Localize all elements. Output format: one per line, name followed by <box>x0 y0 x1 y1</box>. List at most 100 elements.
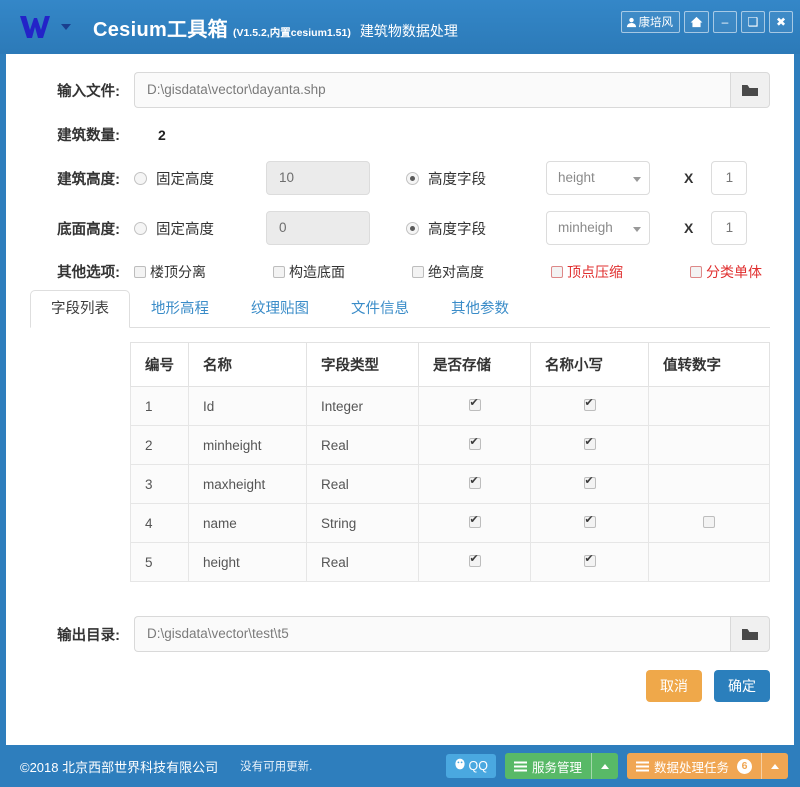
store-checkbox[interactable] <box>468 514 481 528</box>
table-row[interactable]: 2 minheight Real <box>130 425 770 465</box>
service-management-button[interactable]: 服务管理 <box>504 753 618 779</box>
building-height-label: 建筑高度: <box>57 171 120 188</box>
cell-type: Real <box>306 464 419 504</box>
title-version: (V1.5.2,内置cesium1.51) <box>232 26 351 39</box>
lowercase-checkbox[interactable] <box>583 475 596 489</box>
tab-other-params[interactable]: 其他参数 <box>430 290 530 328</box>
table-row[interactable]: 1 Id Integer <box>130 386 770 426</box>
other-options-list: 楼顶分离 构造底面 绝对高度 顶点压缩 分类单体 <box>134 262 770 282</box>
table-row[interactable]: 3 maxheight Real <box>130 464 770 504</box>
folder-icon <box>741 627 759 642</box>
cell-store[interactable] <box>418 386 531 426</box>
checkbox-indicator <box>551 265 563 278</box>
cell-name: Id <box>188 386 307 426</box>
option-build-base[interactable]: 构造底面 <box>273 262 345 282</box>
cell-lowercase[interactable] <box>530 425 649 465</box>
output-dir-field[interactable]: D:\gisdata\vector\test\t5 <box>134 616 730 652</box>
store-checkbox[interactable] <box>468 436 481 450</box>
base-height-fixed-input[interactable]: 0 <box>266 211 370 245</box>
base-height-field-select[interactable]: minheigh <box>546 211 650 245</box>
cell-lowercase[interactable] <box>530 386 649 426</box>
building-height-fixed-input[interactable]: 10 <box>266 161 370 195</box>
confirm-button[interactable]: 确定 <box>714 670 770 702</box>
table-row[interactable]: 4 name String <box>130 503 770 543</box>
cell-to-number[interactable] <box>648 503 770 543</box>
base-height-fixed-radio[interactable]: 固定高度 <box>134 218 266 239</box>
cell-to-number <box>648 464 770 504</box>
folder-icon <box>741 83 759 98</box>
option-label: 分类单体 <box>706 263 762 280</box>
cell-store[interactable] <box>418 542 531 582</box>
w-logo-icon <box>18 13 52 41</box>
option-roof-separate[interactable]: 楼顶分离 <box>134 262 206 282</box>
header-to-number: 值转数字 <box>648 342 770 387</box>
cancel-button[interactable]: 取消 <box>646 670 702 702</box>
cell-no: 4 <box>130 503 189 543</box>
input-file-field[interactable]: D:\gisdata\vector\dayanta.shp <box>134 72 730 108</box>
building-height-multiplier-input[interactable]: 1 <box>711 161 748 195</box>
user-account-button[interactable]: 康培风 <box>620 11 680 33</box>
tab-file-info[interactable]: 文件信息 <box>330 290 430 328</box>
lowercase-checkbox[interactable] <box>583 436 596 450</box>
data-tasks-main[interactable]: 数据处理任务 6 <box>627 753 761 779</box>
cell-store[interactable] <box>418 425 531 465</box>
option-absolute-height[interactable]: 绝对高度 <box>412 262 484 282</box>
store-checkbox[interactable] <box>468 553 481 567</box>
store-checkbox[interactable] <box>468 475 481 489</box>
caret-up-icon <box>600 763 609 769</box>
status-bar: ©2018 北京西部世界科技有限公司 没有可用更新. QQ 服务管理 数据处理任… <box>0 745 800 787</box>
maximize-button[interactable]: ❑ <box>741 11 765 33</box>
building-height-fixed-label: 固定高度 <box>156 171 214 188</box>
data-tasks-toggle[interactable] <box>762 753 788 779</box>
cell-store[interactable] <box>418 503 531 543</box>
lowercase-checkbox[interactable] <box>583 514 596 528</box>
building-height-field-radio[interactable]: 高度字段 <box>406 168 546 189</box>
home-button[interactable] <box>684 11 709 33</box>
table-row[interactable]: 5 height Real <box>130 542 770 582</box>
cell-to-number <box>648 425 770 465</box>
option-classify-single[interactable]: 分类单体 <box>690 262 762 282</box>
store-checkbox[interactable] <box>468 397 481 411</box>
caret-down-icon[interactable] <box>61 24 71 30</box>
data-tasks-button[interactable]: 数据处理任务 6 <box>626 753 788 779</box>
close-button[interactable]: ✖ <box>769 11 793 33</box>
checkbox-indicator <box>273 265 285 278</box>
radio-indicator <box>406 171 419 185</box>
output-dir-label: 输出目录: <box>57 627 120 644</box>
building-height-field-select[interactable]: height <box>546 161 650 195</box>
minimize-button[interactable]: – <box>713 11 737 33</box>
user-icon <box>626 17 637 28</box>
building-height-row: 建筑高度: 固定高度 10 高度字段 height X 1 <box>6 161 794 195</box>
list-icon <box>513 761 527 772</box>
building-height-fixed-radio[interactable]: 固定高度 <box>134 168 266 189</box>
field-table-area: 编号 名称 字段类型 是否存储 名称小写 值转数字 1 Id Integer ✔… <box>6 328 794 582</box>
cell-lowercase[interactable] <box>530 464 649 504</box>
service-management-toggle[interactable] <box>592 753 618 779</box>
tab-terrain-elevation[interactable]: 地形高程 <box>130 290 230 328</box>
list-icon <box>635 761 649 772</box>
base-height-field-label: 高度字段 <box>428 221 486 238</box>
cell-lowercase[interactable] <box>530 503 649 543</box>
field-table-head: 编号 名称 字段类型 是否存储 名称小写 值转数字 <box>130 342 770 387</box>
cell-type: Real <box>306 542 419 582</box>
cell-to-number <box>648 386 770 426</box>
base-height-field-radio[interactable]: 高度字段 <box>406 218 546 239</box>
checkbox-indicator <box>134 265 146 278</box>
qq-button[interactable]: QQ <box>445 754 496 778</box>
lowercase-checkbox[interactable] <box>583 553 596 567</box>
tab-texture-map[interactable]: 纹理贴图 <box>230 290 330 328</box>
lowercase-checkbox[interactable] <box>583 397 596 411</box>
output-dir-browse-button[interactable] <box>730 616 770 652</box>
cell-lowercase[interactable] <box>530 542 649 582</box>
cell-store[interactable] <box>418 464 531 504</box>
base-height-multiplier-input[interactable]: 1 <box>711 211 748 245</box>
input-file-browse-button[interactable] <box>730 72 770 108</box>
to-number-checkbox[interactable] <box>703 515 715 528</box>
option-vertex-compression[interactable]: 顶点压缩 <box>551 262 623 282</box>
base-height-fixed-label: 固定高度 <box>156 221 214 238</box>
title-main: Cesium工具箱 <box>93 18 228 41</box>
checkbox-indicator <box>412 265 424 278</box>
service-management-main[interactable]: 服务管理 <box>505 753 591 779</box>
field-table: 编号 名称 字段类型 是否存储 名称小写 值转数字 1 Id Integer ✔… <box>130 342 770 582</box>
tab-field-list[interactable]: 字段列表 <box>30 290 130 328</box>
